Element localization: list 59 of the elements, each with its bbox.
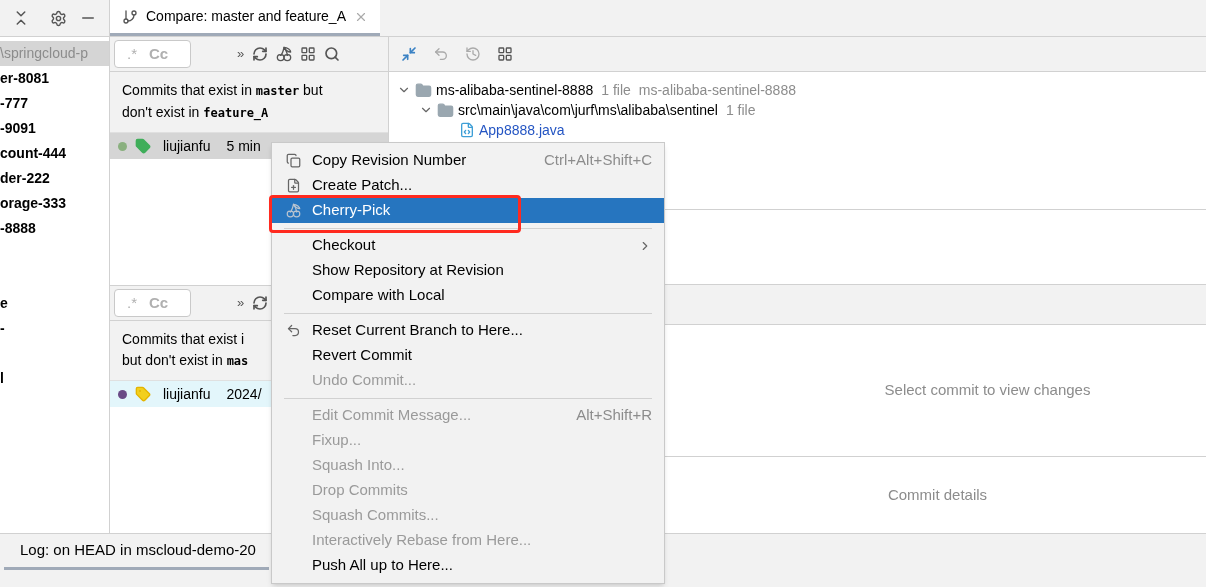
commit-details-text: Commit details: [887, 484, 988, 505]
settings-icon[interactable]: [50, 9, 67, 27]
commit-author: liujianfu: [163, 136, 211, 156]
commit-time: 2024/: [226, 384, 262, 404]
patch-icon: [286, 178, 301, 193]
menu-item[interactable]: Show Repository at Revision: [272, 258, 664, 283]
file-count: 1 file: [725, 100, 756, 120]
branch-name[interactable]: orage-333: [0, 193, 67, 214]
branch-name[interactable]: -9091: [0, 118, 36, 139]
tree-label[interactable]: src\main\java\com\jurf\ms\alibaba\sentinel: [458, 99, 718, 121]
description-text: Commits that exist i: [122, 330, 245, 349]
module-folder-icon: [415, 81, 432, 99]
compare-tab[interactable]: Compare: master and feature_A: [110, 0, 380, 36]
tag-icon: [135, 138, 151, 154]
description-text: but don't exist in mas: [122, 351, 249, 370]
empty-changes-text: Select commit to view changes: [884, 380, 1091, 401]
menu-item[interactable]: Reset Current Branch to Here...: [272, 318, 664, 343]
branch-name[interactable]: er-8081: [0, 68, 50, 89]
search-icon[interactable]: [324, 46, 341, 62]
collapse-arrows-icon[interactable]: [401, 46, 417, 62]
commit-time: 5 min: [226, 136, 261, 156]
java-file-icon: [459, 122, 475, 138]
tag-icon: [135, 386, 151, 402]
grid-icon[interactable]: [497, 46, 513, 62]
cherry-icon: [286, 203, 301, 218]
overflow-toggle[interactable]: »: [237, 293, 245, 313]
branch-name[interactable]: count-444: [0, 143, 67, 164]
log-title: Log: on HEAD in mscloud-demo-20: [20, 540, 256, 561]
tree-label[interactable]: App8888.java: [479, 119, 565, 141]
tab-title: Compare: master and feature_A: [146, 7, 346, 26]
file-count: 1 file: [601, 80, 631, 100]
description-text: don't exist in feature_A: [122, 103, 269, 123]
cherry-icon[interactable]: [276, 46, 293, 62]
branch-name[interactable]: -777: [0, 93, 29, 114]
shortcut-text: Alt+Shift+R: [576, 405, 652, 426]
menu-item[interactable]: Create Patch...: [272, 173, 664, 198]
copy-icon: [286, 153, 301, 168]
refresh-icon[interactable]: [252, 46, 269, 62]
branch-name[interactable]: -8888: [0, 218, 36, 239]
branch-name[interactable]: e: [0, 293, 8, 314]
branch-icon: [122, 8, 138, 25]
grid-icon[interactable]: [300, 46, 317, 62]
folder-icon: [437, 101, 454, 119]
branch-name[interactable]: l: [0, 368, 4, 389]
menu-item[interactable]: Push All up to Here...: [272, 553, 664, 578]
undo-icon: [286, 323, 301, 338]
refresh-icon[interactable]: [252, 295, 269, 311]
module-path: ms-alibaba-sentinel-8888: [638, 80, 796, 100]
menu-item[interactable]: Revert Commit: [272, 343, 664, 368]
commit-author: liujianfu: [163, 384, 211, 404]
description-text: Commits that exist in master but: [122, 81, 323, 100]
menu-item[interactable]: Compare with Local: [272, 283, 664, 308]
menu-item[interactable]: Checkout: [272, 233, 664, 258]
overflow-toggle[interactable]: »: [237, 44, 245, 64]
menu-item[interactable]: Cherry-Pick: [272, 198, 664, 223]
branch-name[interactable]: der-222: [0, 168, 50, 189]
branch-name[interactable]: -: [0, 318, 5, 339]
shortcut-text: Ctrl+Alt+Shift+C: [544, 150, 652, 171]
tree-label[interactable]: ms-alibaba-sentinel-8888: [436, 79, 594, 101]
